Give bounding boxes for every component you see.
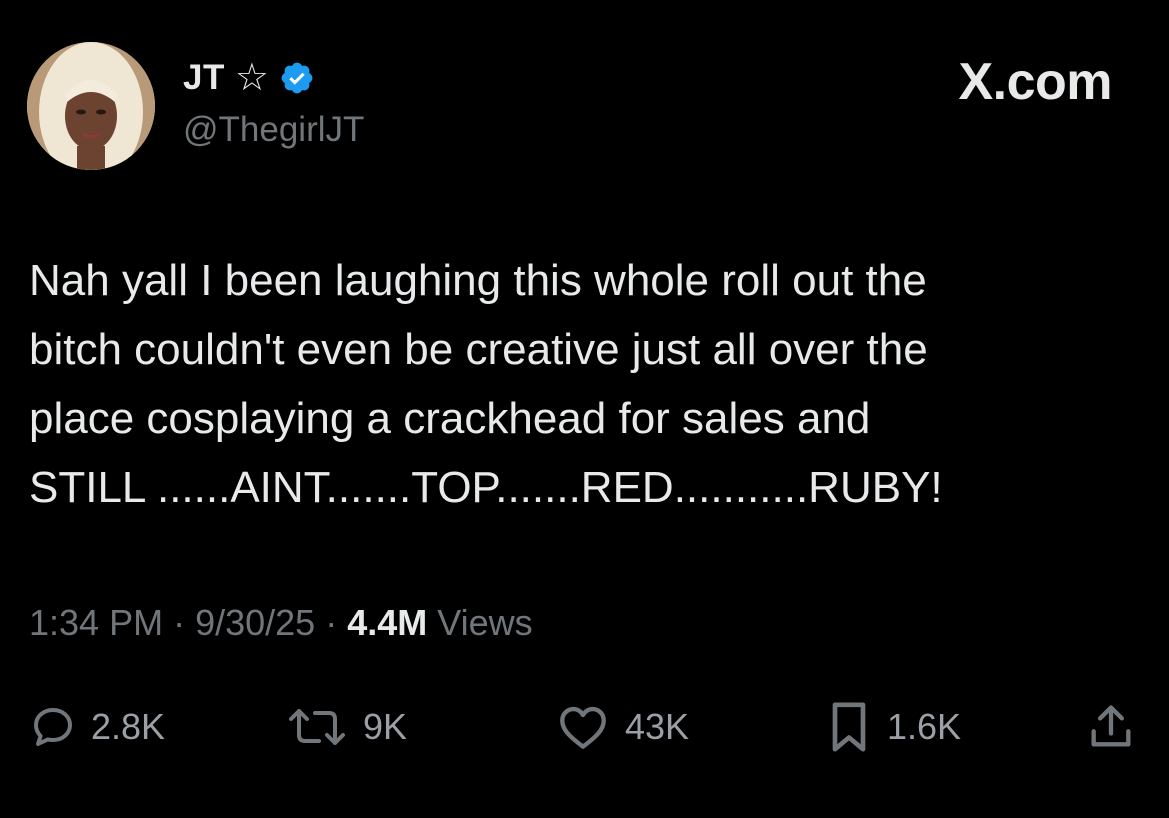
views-label: Views bbox=[427, 602, 533, 643]
views-count[interactable]: 4.4M bbox=[347, 602, 427, 644]
avatar[interactable] bbox=[27, 42, 155, 170]
repost-count: 9K bbox=[363, 706, 408, 747]
verified-badge-icon bbox=[281, 62, 313, 94]
reply-icon bbox=[34, 708, 72, 746]
share-button[interactable] bbox=[1085, 695, 1137, 759]
handle[interactable]: @ThegirlJT bbox=[183, 110, 364, 150]
tweet-time[interactable]: 1:34 PM bbox=[29, 602, 163, 644]
repost-button[interactable]: 9K bbox=[285, 695, 407, 759]
meta-separator: · bbox=[315, 602, 348, 643]
share-icon bbox=[1091, 705, 1131, 747]
bookmark-button[interactable]: 1.6K bbox=[825, 695, 961, 759]
meta-separator: · bbox=[163, 602, 196, 643]
tweet-date[interactable]: 9/30/25 bbox=[195, 602, 315, 644]
brand-logo: X.com bbox=[958, 53, 1112, 111]
tweet-text: Nah yall I been laughing this whole roll… bbox=[29, 256, 943, 512]
repost-icon bbox=[289, 709, 345, 745]
bookmark-count: 1.6K bbox=[887, 706, 962, 747]
tweet-meta: 1:34 PM · 9/30/25 · 4.4M Views bbox=[29, 602, 533, 644]
bookmark-icon bbox=[832, 702, 866, 752]
name-row: JT ☆ bbox=[183, 56, 315, 100]
heart-icon bbox=[560, 706, 606, 749]
star-outline-icon: ☆ bbox=[234, 57, 269, 99]
tweet-card: JT ☆ @ThegirlJT X.com Nah yall I been la… bbox=[0, 0, 1169, 818]
like-count: 43K bbox=[625, 706, 690, 747]
action-bar: 2.8K 9K 43K 1.6K bbox=[0, 695, 1169, 759]
reply-count: 2.8K bbox=[91, 706, 166, 747]
like-button[interactable]: 43K bbox=[555, 695, 689, 759]
reply-button[interactable]: 2.8K bbox=[29, 695, 165, 759]
display-name[interactable]: JT bbox=[183, 58, 225, 98]
